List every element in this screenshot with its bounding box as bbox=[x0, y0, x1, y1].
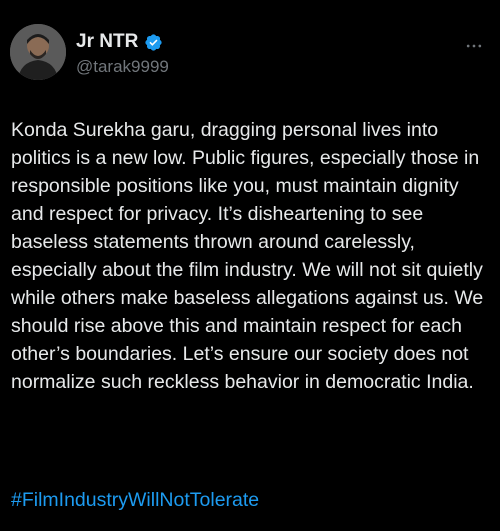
author-avatar[interactable] bbox=[10, 24, 66, 80]
author-name-row: Jr NTR bbox=[76, 30, 163, 54]
avatar-image bbox=[10, 24, 66, 80]
verified-badge-icon bbox=[144, 33, 163, 52]
author-display-name[interactable]: Jr NTR bbox=[76, 30, 138, 54]
tweet-body-text: Konda Surekha garu, dragging personal li… bbox=[11, 119, 489, 393]
more-options-icon[interactable] bbox=[462, 34, 486, 58]
author-handle[interactable]: @tarak9999 bbox=[76, 56, 169, 78]
hashtag-link[interactable]: #FilmIndustryWillNotTolerate bbox=[11, 486, 259, 514]
tweet-card: Jr NTR @tarak9999 Konda Surekha garu, dr… bbox=[0, 0, 500, 531]
